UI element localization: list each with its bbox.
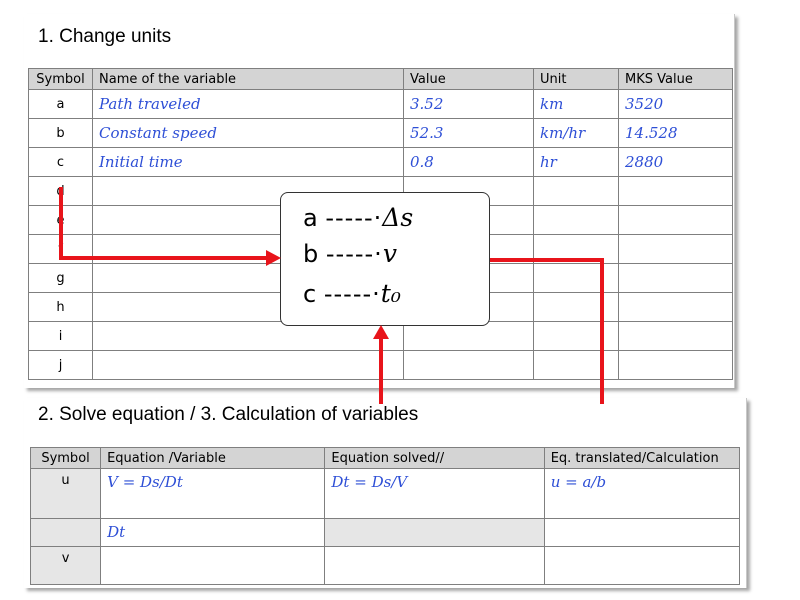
arrow-box-to-section2 <box>490 258 604 404</box>
arrowhead-right <box>266 250 281 266</box>
flow-arrows <box>59 187 604 404</box>
arrowhead-up <box>373 325 389 339</box>
arrow-from-table-to-box <box>59 187 272 260</box>
